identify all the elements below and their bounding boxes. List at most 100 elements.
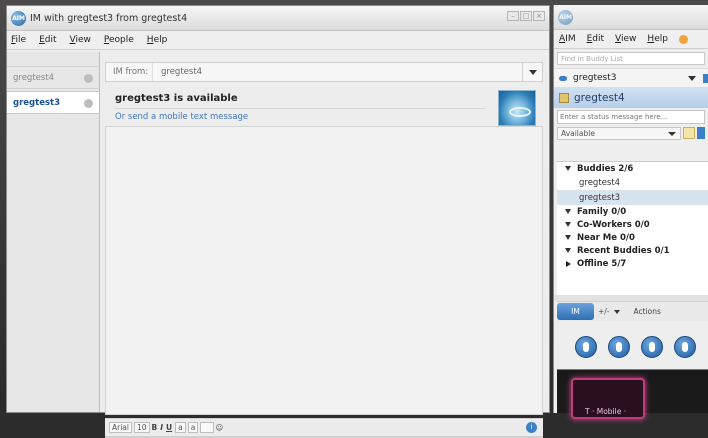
buddy-avatar <box>498 90 536 126</box>
group-label: Offline 5/7 <box>577 258 627 269</box>
bold-button[interactable]: B <box>152 423 158 432</box>
conversation-tab-gregtest4[interactable]: gregtest4 <box>7 66 99 89</box>
underline-button[interactable]: U <box>166 423 172 432</box>
font-size-select[interactable]: 10 <box>133 422 150 433</box>
im-from-dropdown-button[interactable] <box>522 63 542 81</box>
minimize-button[interactable]: – <box>507 11 519 21</box>
mobile-icon[interactable] <box>641 336 663 358</box>
buddy-tree: Buddies 2/6 gregtest4 gregtest3 Family 0… <box>557 161 708 295</box>
scroll-tab[interactable] <box>703 74 708 83</box>
im-button[interactable]: IM <box>557 303 594 320</box>
advertisement[interactable]: T · Mobile · <box>557 369 708 419</box>
group-label: Near Me 0/0 <box>577 232 635 243</box>
chat-icon[interactable] <box>608 336 630 358</box>
group-recent-buddies[interactable]: Recent Buddies 0/1 <box>557 244 708 257</box>
divider <box>115 108 485 109</box>
away-message-button[interactable] <box>683 127 695 139</box>
tab-label: gregtest3 <box>13 97 60 108</box>
menu-edit[interactable]: Edit <box>587 34 604 44</box>
menu-help[interactable]: Help <box>647 34 668 44</box>
mobile-text-link[interactable]: Or send a mobile text message <box>115 112 248 122</box>
phone-icon[interactable] <box>575 336 597 358</box>
help-icon[interactable]: i <box>526 422 537 433</box>
chevron-down-icon[interactable] <box>613 309 620 314</box>
group-label: Family 0/0 <box>577 206 627 217</box>
availability-row: Available <box>557 126 705 140</box>
chevron-down-icon <box>668 131 676 136</box>
scroll-tab[interactable] <box>697 127 705 139</box>
font-select[interactable]: Arial <box>109 422 132 433</box>
expand-icon <box>565 166 571 171</box>
aim-logo-icon: AIM <box>11 10 26 26</box>
actions-menu[interactable]: Actions <box>634 307 661 316</box>
screen-name-icon <box>559 75 567 81</box>
buddy-actions-bar: IM +/- Actions <box>557 301 708 321</box>
buddy-gregtest3[interactable]: gregtest3 <box>557 190 708 205</box>
background-color-select[interactable]: a <box>187 422 199 433</box>
my-buddy-icon <box>559 93 569 103</box>
im-from-select[interactable]: gregtest4 <box>152 63 522 81</box>
menu-help[interactable]: Help <box>147 35 168 45</box>
my-screen-name: gregtest4 <box>574 92 625 104</box>
conversation-tab-gregtest3[interactable]: gregtest3 <box>7 91 99 114</box>
menu-aim[interactable]: AIM <box>559 34 576 44</box>
ad-logo-text: T · Mobile · <box>585 407 627 416</box>
group-near-me[interactable]: Near Me 0/0 <box>557 231 708 244</box>
maximize-button[interactable]: □ <box>520 11 532 21</box>
notification-icon[interactable] <box>678 34 688 44</box>
group-family[interactable]: Family 0/0 <box>557 205 708 218</box>
tab-label: gregtest4 <box>13 72 55 83</box>
my-identity-row[interactable]: gregtest4 <box>554 88 708 108</box>
menu-people[interactable]: People <box>104 35 134 45</box>
tab-close-icon[interactable] <box>84 99 93 108</box>
close-button[interactable]: × <box>533 11 545 21</box>
buddy-list-title-bar[interactable]: AIM <box>554 5 708 30</box>
buddy-info-panel: gregtest3 is available Or send a mobile … <box>105 86 543 126</box>
buddy-status-text: gregtest3 is available <box>115 93 238 104</box>
availability-label: Available <box>561 128 595 138</box>
menu-view[interactable]: View <box>615 34 636 44</box>
im-from-label: IM from: <box>113 67 149 77</box>
window-controls: – □ × <box>507 11 545 21</box>
tab-close-icon[interactable] <box>84 74 93 83</box>
group-offline[interactable]: Offline 5/7 <box>557 257 708 270</box>
chevron-down-icon <box>528 69 537 75</box>
menu-edit[interactable]: Edit <box>39 35 56 45</box>
group-co-workers[interactable]: Co-Workers 0/0 <box>557 218 708 231</box>
expand-icon <box>565 209 571 214</box>
italic-button[interactable]: I <box>160 423 163 432</box>
menu-file[interactable]: File <box>11 35 26 45</box>
buddy-gregtest4[interactable]: gregtest4 <box>557 175 708 190</box>
expand-icon <box>565 235 571 240</box>
conversation-tabs: gregtest4 gregtest3 <box>7 52 100 412</box>
aim-logo-icon: AIM <box>558 10 573 25</box>
text-color-select[interactable]: a <box>175 422 186 433</box>
buddy-list-window: AIM AIM Edit View Help Find in Buddy Lis… <box>553 5 708 419</box>
collapse-icon <box>566 260 571 267</box>
im-title-bar[interactable]: AIM IM with gregtest3 from gregtest4 – □… <box>7 6 549 31</box>
insert-link-button[interactable] <box>200 422 214 433</box>
menu-view[interactable]: View <box>70 35 91 45</box>
im-menubar: File Edit View People Help <box>7 31 549 50</box>
quick-launch-bar <box>557 327 708 367</box>
screen-name-selector[interactable]: gregtest3 <box>554 68 708 88</box>
buddy-search-input[interactable]: Find in Buddy List <box>557 52 705 65</box>
im-from-bar: IM from: gregtest4 <box>105 62 543 82</box>
chevron-down-icon[interactable] <box>688 76 696 81</box>
group-label: Co-Workers 0/0 <box>577 219 650 230</box>
formatting-toolbar: Arial 10 B I U a a ☺ i <box>105 418 543 436</box>
chat-history[interactable] <box>105 126 543 415</box>
desktop-frame: AIM IM with gregtest3 from gregtest4 – □… <box>0 0 708 438</box>
emoticon-icon[interactable]: ☺ <box>216 423 224 432</box>
status-message-input[interactable]: Enter a status message here... <box>557 110 705 124</box>
expand-icon <box>565 222 571 227</box>
im-body: gregtest4 gregtest3 IM from: gregtest4 g… <box>7 52 549 438</box>
video-icon[interactable] <box>674 336 696 358</box>
screen-name-label: gregtest3 <box>573 73 617 83</box>
im-window: AIM IM with gregtest3 from gregtest4 – □… <box>6 5 550 438</box>
group-label: Buddies 2/6 <box>577 163 634 174</box>
group-buddies[interactable]: Buddies 2/6 <box>557 162 708 175</box>
conversation-pane: IM from: gregtest4 gregtest3 is availabl… <box>105 62 543 438</box>
availability-select[interactable]: Available <box>557 126 681 140</box>
add-remove-button[interactable]: +/- <box>598 307 610 316</box>
